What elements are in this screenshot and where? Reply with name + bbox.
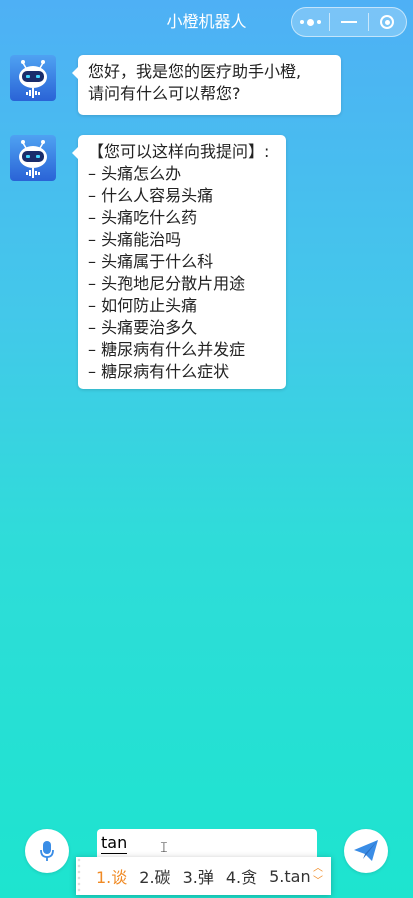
- ime-page-arrows-icon[interactable]: ︿ ﹀: [313, 862, 323, 888]
- text-cursor-icon: 𝙸: [159, 840, 169, 856]
- suggested-question[interactable]: – 头孢地尼分散片用途: [88, 273, 276, 295]
- message-line: 您好，我是您的医疗助手小橙,: [88, 62, 302, 81]
- mini-program-capsule: [291, 7, 407, 37]
- bot-suggestions-bubble: 【您可以这样向我提问】: – 头痛怎么办 – 什么人容易头痛 – 头痛吃什么药 …: [72, 135, 286, 389]
- robot-avatar-icon: [10, 55, 56, 101]
- ime-candidate-bar: 1.谈 2.碳 3.弹 4.贪 5.tan ︿ ﹀: [76, 857, 331, 895]
- suggested-question[interactable]: – 头痛属于什么科: [88, 251, 276, 273]
- send-icon: [354, 840, 378, 861]
- suggested-question[interactable]: – 如何防止头痛: [88, 295, 276, 317]
- microphone-icon: [40, 841, 54, 861]
- target-icon: [380, 15, 395, 29]
- suggested-question[interactable]: – 头痛要治多久: [88, 317, 276, 339]
- suggestion-header: 【您可以这样向我提问】:: [88, 142, 270, 161]
- more-dots-icon: [300, 18, 322, 26]
- minimize-icon: [340, 21, 357, 23]
- ime-candidate[interactable]: 5.tan: [269, 867, 310, 886]
- ime-candidate[interactable]: 4.贪: [226, 864, 257, 888]
- more-button[interactable]: [292, 8, 329, 36]
- ime-candidate[interactable]: 3.弹: [183, 864, 214, 888]
- bot-message-bubble: 您好，我是您的医疗助手小橙, 请问有什么可以帮您?: [72, 55, 341, 115]
- suggested-question[interactable]: – 糖尿病有什么并发症: [88, 339, 276, 361]
- suggested-question[interactable]: – 头痛吃什么药: [88, 207, 276, 229]
- send-button[interactable]: [344, 829, 388, 873]
- suggested-question[interactable]: – 糖尿病有什么症状: [88, 361, 276, 383]
- ime-candidate[interactable]: 1.谈: [96, 864, 127, 888]
- suggested-question[interactable]: – 头痛怎么办: [88, 163, 276, 185]
- suggested-question[interactable]: – 什么人容易头痛: [88, 185, 276, 207]
- robot-avatar-icon: [10, 135, 56, 181]
- input-composition-text: tan: [101, 833, 128, 854]
- ime-candidate[interactable]: 2.碳: [139, 864, 170, 888]
- close-button[interactable]: [369, 8, 406, 36]
- voice-input-button[interactable]: [25, 829, 69, 873]
- ime-bar-edge: [76, 857, 82, 895]
- message-line: 请问有什么可以帮您?: [88, 84, 241, 103]
- suggested-question[interactable]: – 头痛能治吗: [88, 229, 276, 251]
- minimize-button[interactable]: [330, 8, 367, 36]
